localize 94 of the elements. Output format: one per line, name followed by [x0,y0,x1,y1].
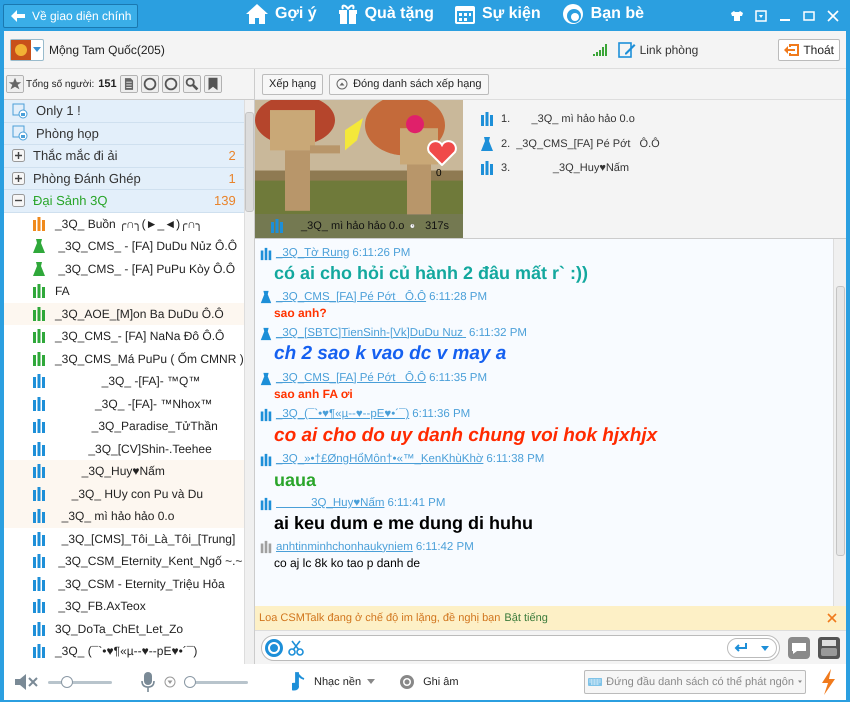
ranking-button[interactable]: Xếp hạng [262,74,324,94]
room-count: 2 [228,147,236,165]
bookmark-icon[interactable] [204,75,222,93]
heart-count: 0 [436,167,442,181]
chat-message: co ai cho do uy danh chung voi hok hjxhjx [274,424,658,448]
room-item[interactable]: Only 1 ! [4,100,244,122]
chat-time: 6:11:42 PM [416,540,474,555]
exit-icon [784,44,800,56]
circle-icon[interactable] [162,75,180,93]
slider[interactable] [184,677,248,687]
chat-message: co aj lc 8k ko tao p danh de [274,556,420,571]
back-arrow-icon [10,8,26,22]
scrollbar[interactable] [244,100,254,664]
member-item[interactable]: _3Q_Huy♥Nấm [4,460,244,482]
game-logo-icon [11,40,31,60]
locked-room-icon [12,125,28,142]
notice-text: Loa CSMTalk đang ở chế độ im lặng, đề nghị bạn [259,610,500,626]
slider[interactable] [48,677,112,687]
caret-icon [33,47,41,52]
shirt-icon[interactable] [731,10,743,20]
rank-number: 1. [501,112,510,127]
chat-time: 6:11:32 PM [469,326,528,341]
rank-number: 3. [501,161,510,176]
speaker-muted-icon[interactable] [14,672,40,692]
emoji-icon[interactable] [264,638,284,658]
microphone-icon[interactable] [140,671,156,693]
person-icon [479,111,495,128]
chat-time: 6:11:38 PM [486,452,544,468]
performer-name: _3Q_ mì hảo hảo 0.o [301,218,404,234]
search-icon[interactable] [182,75,201,93]
room-group[interactable]: Phòng Đánh Ghép 1 [4,168,244,190]
gift-icon [336,3,359,25]
dress-figure-icon [479,136,495,152]
chat-message: có ai cho hỏi củ hành 2 đâu mất r` :)) [274,262,588,285]
chat-message: uaua [274,468,316,491]
home-icon [245,3,269,25]
person-icon [269,218,285,234]
enter-icon [734,642,748,654]
room-count: 1 [228,170,236,188]
lightning-icon[interactable] [820,669,836,695]
plus-icon[interactable] [12,172,25,185]
chat-time: 6:11:36 PM [412,407,470,422]
room-group[interactable]: Thắc mắc đi ải 2 [4,145,244,168]
caret-icon [798,679,802,685]
member-item[interactable]: _3Q_AOE_[M]on Ba DuDu Ô.Ô [4,302,244,325]
room-name: Mộng Tam Quốc(205) [49,42,165,58]
heart-icon [427,140,457,166]
member-item[interactable]: _3Q_ HUy con Pu và Du [4,482,244,505]
document-icon[interactable] [120,75,138,93]
total-count: 151 [98,76,117,92]
rank-name: _3Q_CMS_[FA] Pé Pớt Ô.Ô [516,136,660,152]
person-icon [479,160,495,176]
edit-icon [618,40,636,58]
caret-icon [367,679,376,685]
caret-icon [760,644,770,652]
room-count: 139 [214,192,236,210]
total-label: Tổng số người: [26,78,94,92]
room-avatar-dropdown[interactable] [10,38,44,60]
caret-icon[interactable] [164,676,176,688]
dropdown-icon[interactable] [755,10,767,22]
rank-name: _3Q_ mì hảo hảo 0.o [530,112,635,127]
swirl-icon [560,3,585,25]
chat-message: sao anh FA ơi [274,387,353,402]
chat-time: 6:11:26 PM [352,246,410,261]
locked-room-icon [12,102,28,119]
send-button[interactable] [727,638,777,658]
unmute-link[interactable]: Bật tiếng [504,610,548,626]
chat-time: 6:11:35 PM [429,371,488,386]
maximize-icon[interactable] [803,10,815,22]
record-button[interactable]: Ghi âm [423,674,459,690]
chat-scrollbar[interactable] [833,239,846,606]
music-dropdown[interactable]: Nhạc nền [314,674,376,690]
plus-icon[interactable] [12,149,25,162]
room-link-button[interactable]: Link phòng [640,40,698,58]
chat-time: 6:11:41 PM [387,496,446,511]
exit-button[interactable]: Thoát [778,38,840,60]
chat-time: 6:11:28 PM [429,290,488,305]
scissors-icon[interactable] [287,638,305,656]
rank-number: 2. [501,136,510,152]
record-icon [399,674,416,690]
room-item[interactable]: Phòng họp [4,122,244,145]
rank-name: _3Q_Huy♥Nấm [552,161,630,176]
signal-icon [592,44,607,56]
close-ranking-button[interactable]: Đóng danh sách xếp hạng [329,74,489,94]
chat-bubble-icon[interactable] [788,636,810,658]
close-icon[interactable] [827,613,837,623]
member-item[interactable]: _3Q_ mì hảo hảo 0.o [4,505,244,528]
music-note-icon [292,672,306,692]
timer: 317s [425,218,449,234]
calendar-icon [454,3,476,25]
chat-message: ch 2 sao k vao dc v may a [274,342,506,366]
message-input[interactable] [261,634,780,660]
minus-icon[interactable] [12,194,25,208]
chat-message: sao anh? [274,306,327,321]
